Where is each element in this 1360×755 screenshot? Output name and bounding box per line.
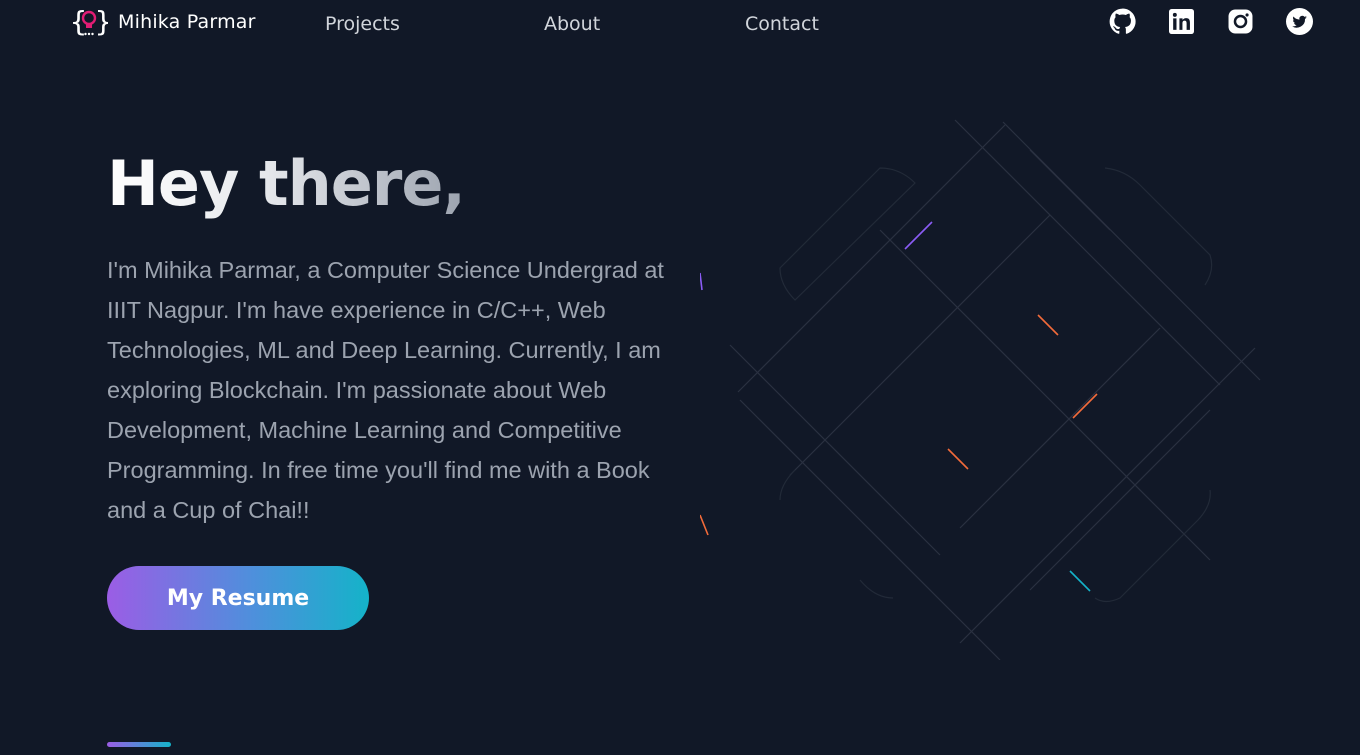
hero-title: Hey there, — [107, 147, 466, 220]
scroll-indicator — [107, 742, 171, 747]
linkedin-icon[interactable] — [1167, 7, 1195, 35]
navbar: { } Mihika Parmar Projects About Contact — [0, 0, 1360, 50]
brand[interactable]: { } Mihika Parmar — [70, 4, 256, 40]
lightbulb-code-icon: { } — [70, 5, 108, 38]
instagram-icon[interactable] — [1226, 7, 1254, 35]
resume-button[interactable]: My Resume — [107, 566, 369, 630]
brand-name: Mihika Parmar — [118, 11, 256, 33]
nav-link-projects[interactable]: Projects — [325, 13, 400, 35]
github-icon[interactable] — [1108, 7, 1136, 35]
twitter-icon[interactable] — [1285, 7, 1313, 35]
nav-link-contact[interactable]: Contact — [745, 13, 819, 35]
hero-bio: I'm Mihika Parmar, a Computer Science Un… — [107, 257, 664, 523]
nav-link-about[interactable]: About — [544, 13, 600, 35]
svg-text:}: } — [95, 5, 108, 38]
decorative-grid-pattern — [700, 119, 1261, 660]
